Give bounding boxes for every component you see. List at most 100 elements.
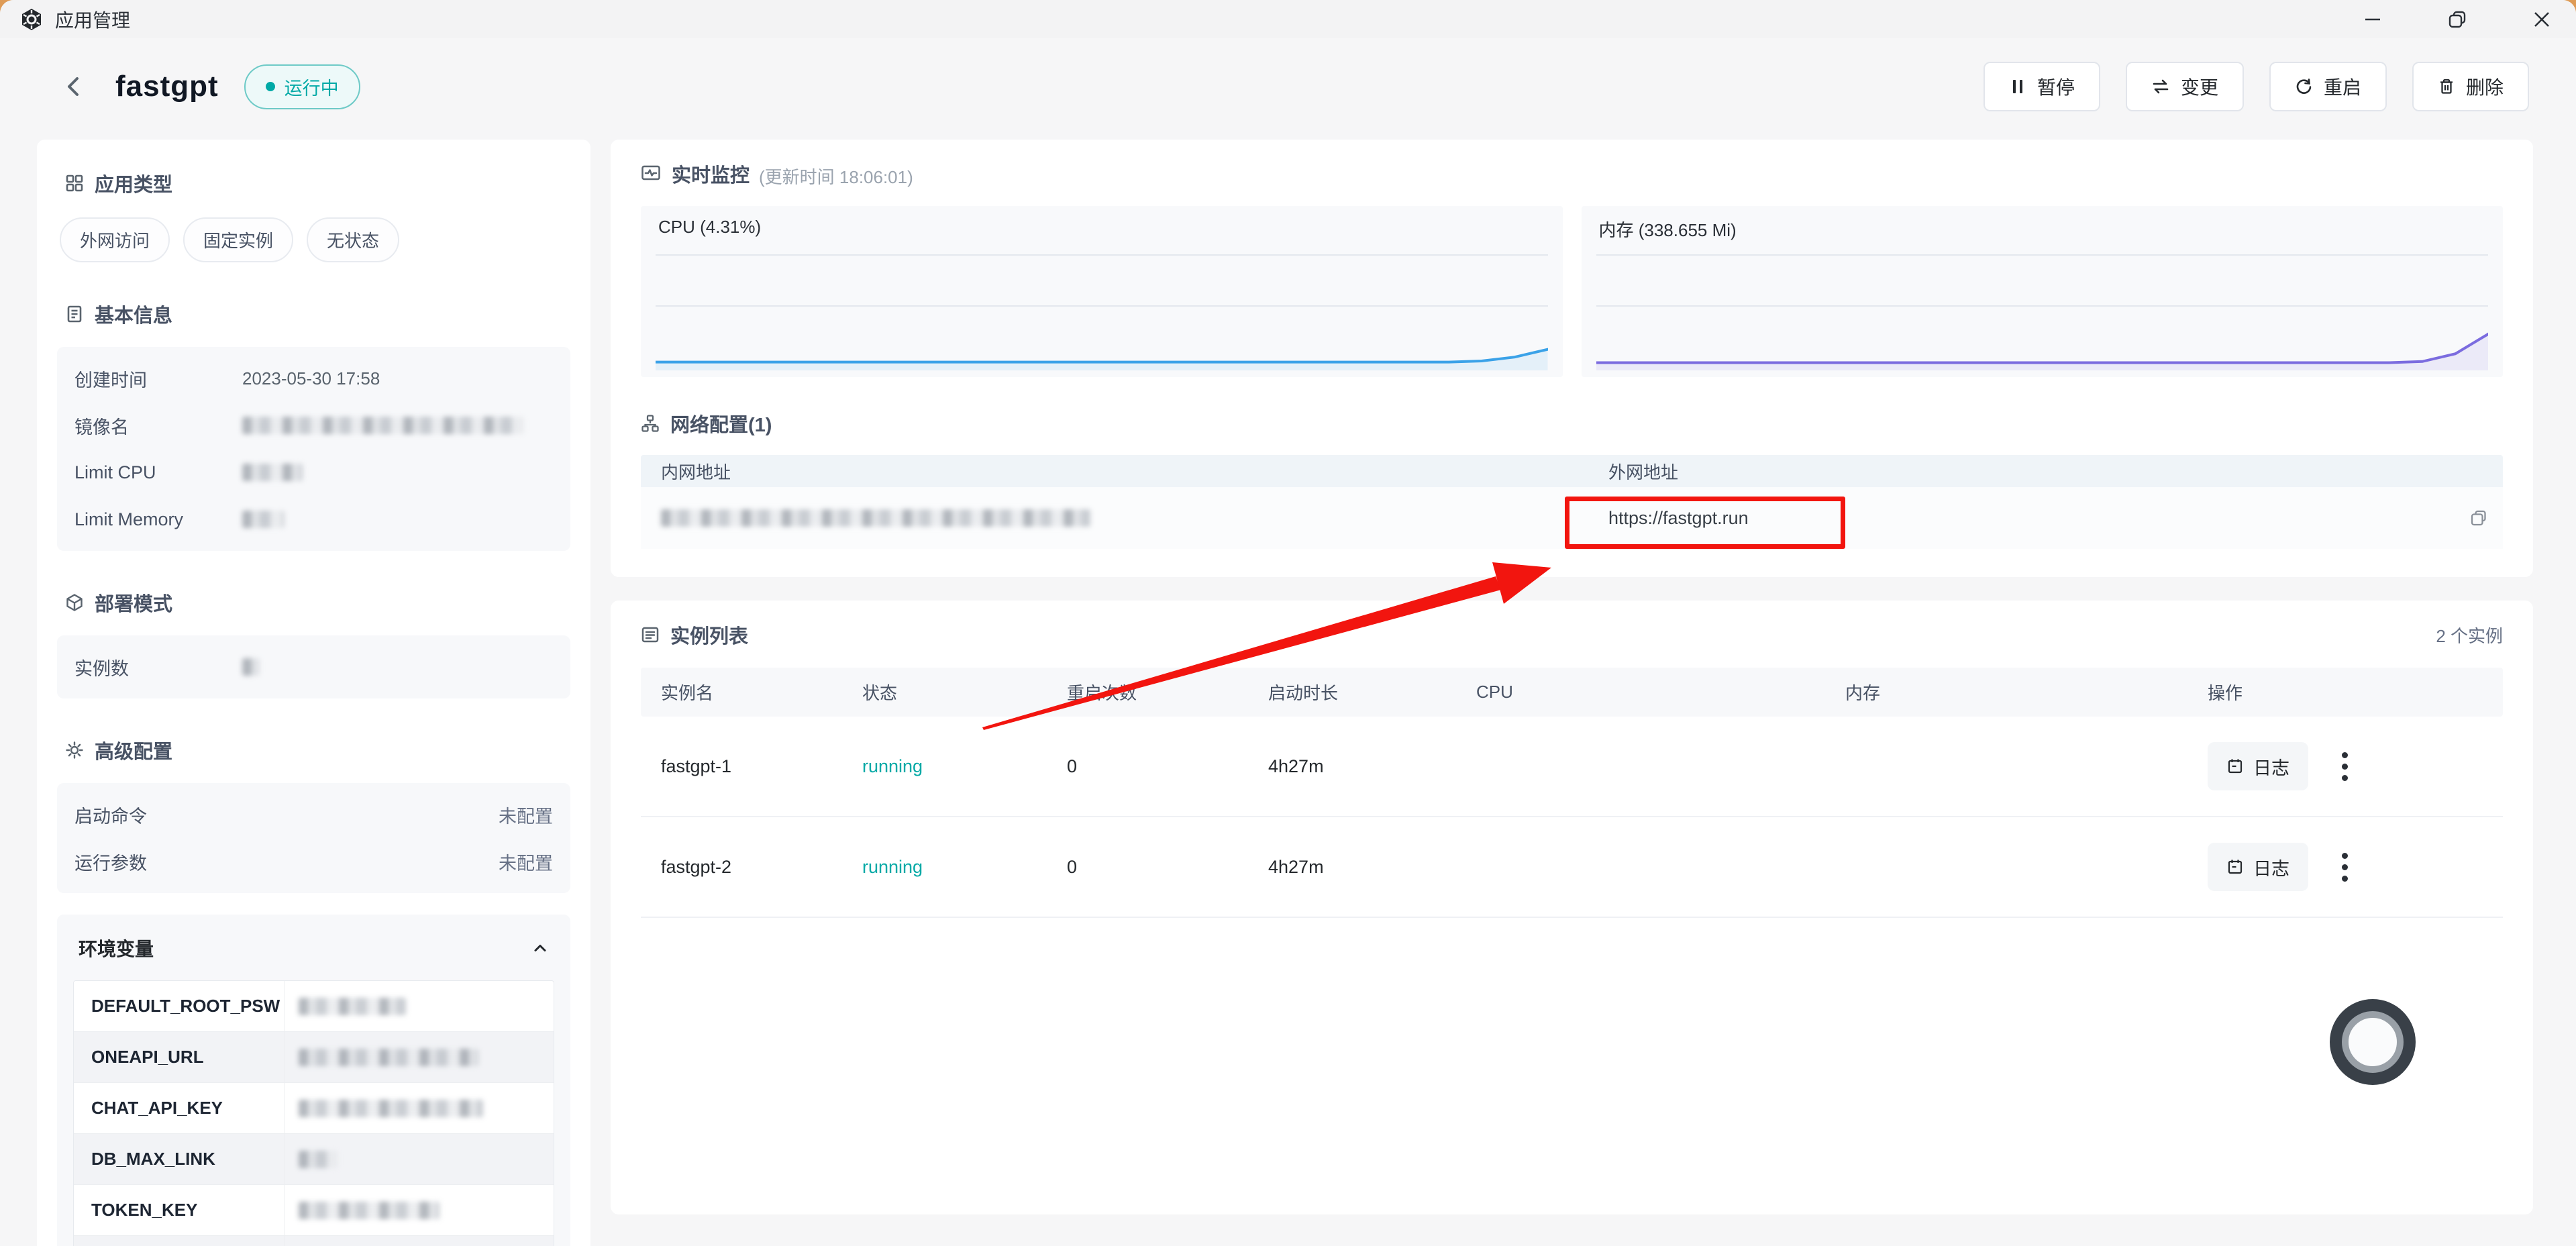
env-title: 环境变量: [79, 935, 154, 962]
document-icon: [65, 305, 84, 323]
deploy-mode-box: 实例数: [57, 635, 570, 698]
env-key: FILE_TOKEN_KEY: [74, 1236, 285, 1246]
monitor-update-time: (更新时间 18:06:01): [759, 164, 913, 189]
memory-chart-panel: 内存 (338.655 Mi): [1582, 206, 2504, 377]
monitor-network-card: 实时监控 (更新时间 18:06:01) CPU (4.31%) 内存 (338…: [611, 140, 2533, 577]
redacted-env-value: [299, 1049, 478, 1066]
env-key: TOKEN_KEY: [74, 1185, 285, 1235]
cpu-chart-label: CPU (4.31%): [658, 217, 761, 238]
section-deploy-mode: 部署模式: [65, 588, 570, 617]
instance-name: fastgpt-2: [641, 857, 842, 878]
info-row-run-args: 运行参数 未配置: [74, 838, 553, 885]
start-command-label: 启动命令: [74, 802, 242, 828]
col-status: 状态: [842, 680, 1047, 705]
network-icon: [641, 414, 660, 433]
back-button[interactable]: [60, 73, 87, 100]
redacted-env-value: [299, 1151, 338, 1168]
section-app-type: 应用类型: [65, 169, 570, 197]
status-badge: 运行中: [244, 64, 360, 109]
delete-button[interactable]: 删除: [2412, 62, 2529, 111]
log-label: 日志: [2253, 754, 2289, 780]
section-basic-info: 基本信息: [65, 300, 570, 328]
info-row-created: 创建时间 2023-05-30 17:58: [74, 355, 553, 402]
instance-restarts: 0: [1047, 857, 1248, 878]
more-actions-icon[interactable]: [2338, 849, 2352, 886]
redacted-instance-count: [242, 658, 260, 676]
redacted-env-value: [299, 1100, 483, 1117]
cpu-usage-chart: [656, 260, 1548, 370]
col-restarts: 重启次数: [1047, 680, 1248, 705]
instance-uptime: 4h27m: [1248, 756, 1456, 777]
basic-info-box: 创建时间 2023-05-30 17:58 镜像名 Limit CPU Limi…: [57, 347, 570, 551]
status-dot-icon: [266, 82, 275, 91]
list-icon: [641, 625, 660, 644]
more-actions-icon[interactable]: [2338, 748, 2352, 785]
grid-icon: [65, 174, 84, 193]
gridline: [656, 254, 1548, 256]
change-button[interactable]: 变更: [2126, 62, 2244, 111]
instance-status: running: [842, 857, 1047, 878]
env-row: DB_MAX_LINK: [74, 1134, 554, 1185]
col-cpu: CPU: [1456, 682, 1825, 703]
app-type-title: 应用类型: [95, 169, 172, 197]
gear-icon: [65, 741, 84, 760]
change-label: 变更: [2181, 73, 2218, 100]
tag-fixed-instance: 固定实例: [183, 217, 293, 262]
instance-status: running: [842, 756, 1047, 777]
restore-button[interactable]: [2446, 8, 2469, 31]
env-table: DEFAULT_ROOT_PSW ONEAPI_URL CHAT_API_KEY…: [73, 980, 554, 1246]
pause-button[interactable]: 暂停: [1983, 62, 2100, 111]
env-key: ONEAPI_URL: [74, 1032, 285, 1082]
redacted-env-value: [299, 998, 406, 1015]
network-title: 网络配置(1): [670, 409, 772, 437]
instance-uptime: 4h27m: [1248, 857, 1456, 878]
log-button[interactable]: 日志: [2208, 742, 2308, 790]
cursor-click-indicator: [2330, 999, 2416, 1085]
col-name: 实例名: [641, 680, 842, 705]
log-label: 日志: [2253, 854, 2289, 880]
instance-count: 2 个实例: [2436, 623, 2503, 647]
swap-icon: [2151, 78, 2170, 95]
instance-restarts: 0: [1047, 756, 1248, 777]
cube-icon: [65, 593, 84, 612]
close-button[interactable]: [2530, 8, 2553, 31]
instance-table-header: 实例名 状态 重启次数 启动时长 CPU 内存 操作: [641, 668, 2503, 717]
chevron-up-icon[interactable]: [531, 939, 549, 957]
info-row-image: 镜像名: [74, 402, 553, 449]
env-row: ONEAPI_URL: [74, 1032, 554, 1083]
monitor-charts: CPU (4.31%) 内存 (338.655 Mi): [641, 206, 2503, 377]
window-title: 应用管理: [55, 6, 130, 33]
basic-info-title: 基本信息: [95, 300, 172, 328]
env-row: FILE_TOKEN_KEY: [74, 1236, 554, 1246]
section-advanced: 高级配置: [65, 736, 570, 764]
tag-external-access: 外网访问: [60, 217, 170, 262]
log-button[interactable]: 日志: [2208, 843, 2308, 891]
deploy-mode-title: 部署模式: [95, 588, 172, 617]
env-key: DEFAULT_ROOT_PSW: [74, 981, 285, 1031]
advanced-title: 高级配置: [95, 736, 172, 764]
minimize-button[interactable]: [2361, 8, 2384, 31]
env-key: DB_MAX_LINK: [74, 1134, 285, 1184]
copy-icon[interactable]: [2469, 509, 2488, 527]
delete-label: 删除: [2466, 73, 2504, 100]
restart-icon: [2295, 78, 2313, 96]
limit-cpu-label: Limit CPU: [74, 462, 242, 483]
col-ops: 操作: [2187, 680, 2503, 705]
image-label: 镜像名: [74, 413, 242, 439]
memory-usage-chart: [1596, 260, 2489, 370]
monitor-title-row: 实时监控: [641, 160, 750, 188]
limit-memory-label: Limit Memory: [74, 509, 242, 530]
window-titlebar: 应用管理: [0, 0, 2576, 38]
created-label: 创建时间: [74, 366, 242, 392]
external-url[interactable]: https://fastgpt.run: [1587, 508, 1749, 529]
app-manager-logo-icon: [20, 8, 43, 31]
redacted-image-name: [242, 417, 524, 434]
pause-icon: [2009, 78, 2026, 95]
pause-label: 暂停: [2037, 73, 2075, 100]
restart-button[interactable]: 重启: [2269, 62, 2387, 111]
app-window: 应用管理 fastgpt 运行中 暂: [0, 0, 2576, 1246]
status-text: 运行中: [285, 74, 339, 100]
env-row: CHAT_API_KEY: [74, 1083, 554, 1134]
env-row: TOKEN_KEY: [74, 1185, 554, 1236]
app-details-sidebar: 应用类型 外网访问 固定实例 无状态 基本信息 创建时间 2023-05-30 …: [37, 140, 590, 1246]
